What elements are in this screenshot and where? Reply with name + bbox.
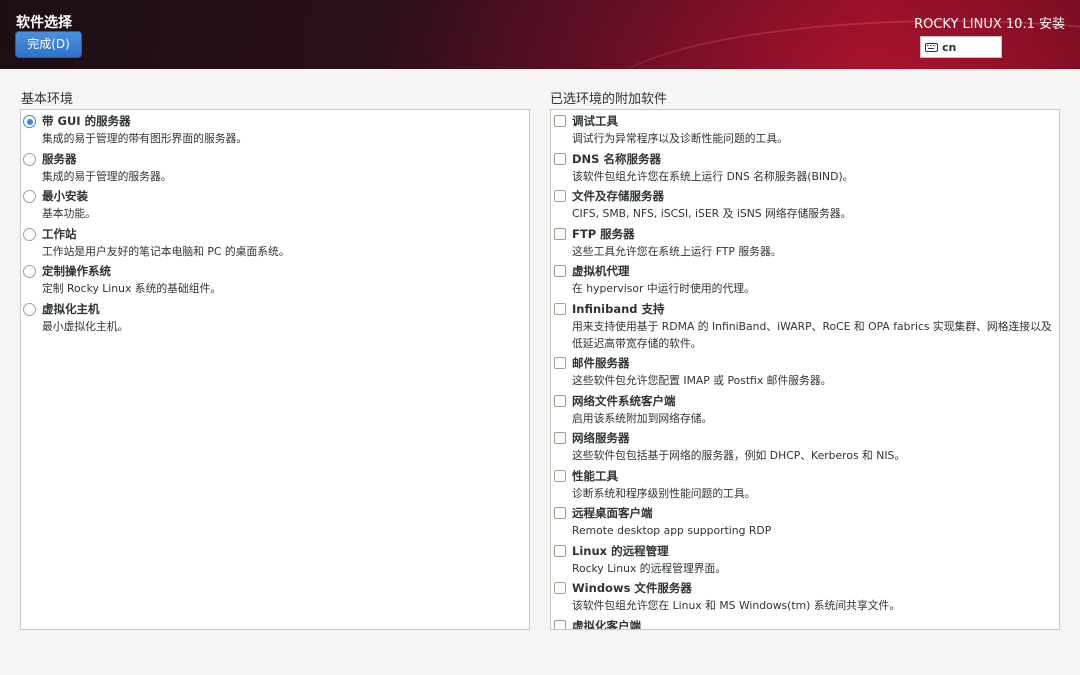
option-title: Windows 文件服务器 (572, 581, 692, 595)
option-description: 最小虚拟化主机。 (42, 319, 129, 333)
radio-button[interactable] (23, 152, 36, 166)
checkbox[interactable] (554, 115, 566, 127)
option-description: 调试行为异常程序以及诊断性能问题的工具。 (572, 132, 788, 145)
option-description: 在 hypervisor 中运行时使用的代理。 (572, 282, 755, 295)
option-title: 虚拟机代理 (572, 264, 630, 278)
option-title: Linux 的远程管理 (572, 543, 669, 558)
environment-option[interactable]: 服务器集成的易于管理的服务器。 (21, 151, 529, 185)
option-description: 用来支持使用基于 RDMA 的 InfiniBand、iWARP、RoCE 和 … (572, 319, 1052, 350)
option-title: 虚拟化主机 (42, 301, 100, 316)
radio-button[interactable] (23, 115, 36, 128)
option-description: Rocky Linux 的远程管理界面。 (572, 561, 727, 575)
option-title: 服务器 (42, 151, 77, 166)
checkbox[interactable] (554, 302, 566, 315)
checkbox[interactable] (554, 357, 566, 369)
environment-option[interactable]: 工作站工作站是用户友好的笔记本电脑和 PC 的桌面系统。 (21, 226, 529, 260)
checkbox[interactable] (554, 469, 566, 482)
addon-option[interactable]: 虚拟机代理在 hypervisor 中运行时使用的代理。 (551, 263, 1059, 297)
option-title: FTP 服务器 (572, 226, 635, 241)
addon-option[interactable]: 文件及存储服务器 CIFS, SMB, NFS, iSCSI, iSER 及 iS… (551, 188, 1059, 222)
checkbox[interactable] (554, 152, 566, 165)
option-title: 定制操作系统 (42, 264, 111, 278)
checkbox[interactable] (554, 227, 566, 240)
option-title: 文件及存储服务器 (572, 189, 664, 203)
option-title: 邮件服务器 (572, 356, 630, 370)
option-description: 定制 Rocky Linux 系统的基础组件。 (42, 282, 222, 295)
radio-button[interactable] (23, 302, 36, 316)
addon-option[interactable]: 虚拟化客户端 (551, 618, 1059, 630)
keyboard-layout-indicator[interactable]: cn (920, 36, 1002, 58)
addon-option[interactable]: FTP 服务器这些工具允许您在系统上运行 FTP 服务器。 (551, 226, 1059, 260)
addon-option[interactable]: Linux 的远程管理 Rocky Linux 的远程管理界面。 (551, 543, 1059, 577)
option-description: 诊断系统和程序级别性能问题的工具。 (572, 486, 756, 500)
checkbox[interactable] (554, 619, 566, 629)
addon-option[interactable]: Windows 文件服务器该软件包组允许您在 Linux 和 MS Window… (551, 580, 1059, 614)
addon-option[interactable]: Infiniband 支持用来支持使用基于 RDMA 的 InfiniBand、… (551, 301, 1059, 352)
option-title: 性能工具 (572, 468, 618, 483)
environment-option[interactable]: 最小安装 基本功能。 (21, 188, 529, 222)
radio-button[interactable] (23, 227, 36, 241)
keyboard-layout-label: cn (942, 40, 957, 54)
addon-option[interactable]: 性能工具诊断系统和程序级别性能问题的工具。 (551, 468, 1059, 502)
radio-button[interactable] (23, 190, 36, 203)
done-button[interactable]: 完成(D) (15, 31, 82, 58)
checkbox[interactable] (554, 394, 566, 407)
option-title: 网络服务器 (572, 431, 630, 445)
checkbox[interactable] (554, 544, 566, 557)
option-title: DNS 名称服务器 (572, 151, 661, 166)
addon-option[interactable]: 网络服务器这些软件包包括基于网络的服务器，例如 DHCP、Kerberos 和 … (551, 430, 1059, 464)
addons-label: 已选环境的附加软件 (550, 92, 668, 107)
environment-option[interactable]: 带 GUI 的服务器集成的易于管理的带有图形界面的服务器。 (21, 113, 529, 147)
option-description: CIFS, SMB, NFS, iSCSI, iSER 及 iSNS 网络存储服… (572, 207, 852, 220)
option-title: 调试工具 (572, 114, 618, 128)
option-title: 网络文件系统客户端 (572, 393, 676, 408)
radio-button[interactable] (23, 265, 36, 278)
addon-option[interactable]: 邮件服务器这些软件包允许您配置 IMAP 或 Postfix 邮件服务器。 (551, 355, 1059, 389)
checkbox[interactable] (554, 265, 566, 277)
option-description: 该软件包组允许您在 Linux 和 MS Windows(tm) 系统间共享文件… (572, 599, 901, 612)
environment-option[interactable]: 虚拟化主机最小虚拟化主机。 (21, 301, 529, 335)
addon-option[interactable]: 远程桌面客户端 Remote desktop app supporting RDP (551, 505, 1059, 539)
option-description: 集成的易于管理的带有图形界面的服务器。 (42, 132, 248, 145)
addon-option[interactable]: 调试工具调试行为异常程序以及诊断性能问题的工具。 (551, 113, 1059, 147)
checkbox[interactable] (554, 432, 566, 444)
header-bar: 软件选择 完成(D) ROCKY LINUX 10.1 安装 cn (0, 0, 1080, 69)
option-title: 工作站 (42, 226, 77, 241)
option-title: Infiniband 支持 (572, 301, 665, 316)
checkbox[interactable] (554, 190, 566, 202)
option-description: 工作站是用户友好的笔记本电脑和 PC 的桌面系统。 (42, 244, 290, 258)
keyboard-icon (925, 42, 938, 52)
addons-list[interactable]: 调试工具调试行为异常程序以及诊断性能问题的工具。 DNS 名称服务器该软件包组允许… (550, 109, 1060, 630)
checkbox[interactable] (554, 507, 566, 519)
option-description: 该软件包组允许您在系统上运行 DNS 名称服务器(BIND)。 (572, 169, 854, 183)
option-title: 最小安装 (42, 189, 88, 203)
option-description: 这些软件包包括基于网络的服务器，例如 DHCP、Kerberos 和 NIS。 (572, 449, 906, 462)
option-description: 这些软件包允许您配置 IMAP 或 Postfix 邮件服务器。 (572, 374, 832, 387)
option-title: 远程桌面客户端 (572, 506, 653, 520)
option-description: 基本功能。 (42, 207, 96, 220)
option-description: 这些工具允许您在系统上运行 FTP 服务器。 (572, 244, 782, 258)
option-title: 带 GUI 的服务器 (42, 114, 131, 128)
page-title: 软件选择 (16, 15, 72, 31)
base-environment-label: 基本环境 (21, 92, 74, 107)
addon-option[interactable]: DNS 名称服务器该软件包组允许您在系统上运行 DNS 名称服务器(BIND)。 (551, 151, 1059, 185)
checkbox[interactable] (554, 582, 566, 594)
addon-option[interactable]: 网络文件系统客户端启用该系统附加到网络存储。 (551, 393, 1059, 427)
option-description: Remote desktop app supporting RDP (572, 524, 772, 537)
option-title: 虚拟化客户端 (572, 618, 641, 630)
base-environment-list: 带 GUI 的服务器 集成的易于管理的带有图形界面的服务器。 服务器 集成的易于管理的… (20, 109, 530, 630)
option-description: 集成的易于管理的服务器。 (42, 169, 172, 183)
environment-option[interactable]: 定制操作系统定制 Rocky Linux 系统的基础组件。 (21, 263, 529, 297)
option-description: 启用该系统附加到网络存储。 (572, 411, 713, 425)
product-title: ROCKY LINUX 10.1 安装 (914, 17, 1065, 32)
